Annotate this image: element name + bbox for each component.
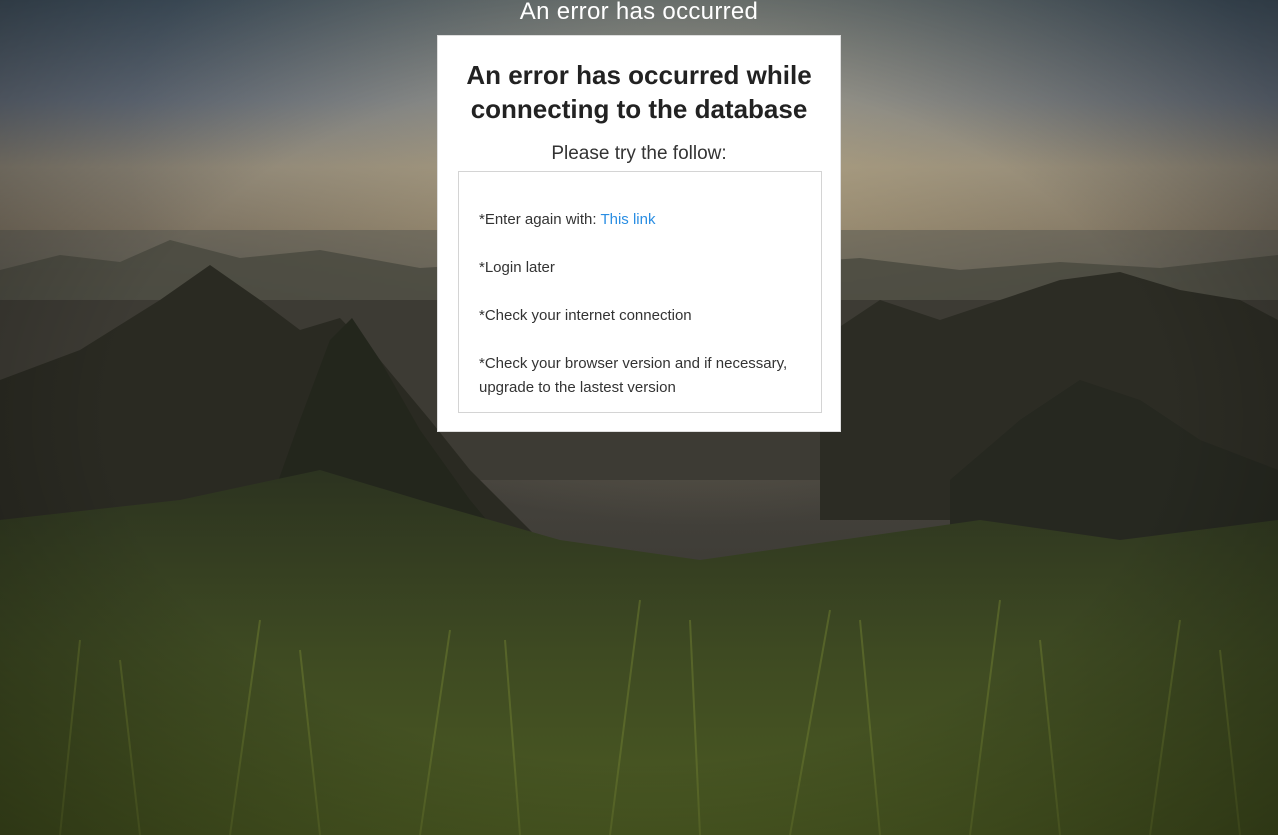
retry-link[interactable]: This link <box>600 211 655 228</box>
list-item: *Check your browser version and if neces… <box>479 355 788 396</box>
tip-enter-again-label: *Enter again with: <box>479 211 601 228</box>
suggestions-list: *Enter again with: This link *Login late… <box>458 171 822 413</box>
list-item: *Check your internet connection <box>479 307 692 324</box>
error-heading: An error has occurred while connecting t… <box>466 60 812 124</box>
page-title: An error has occurred <box>519 0 759 25</box>
error-card: An error has occurred while connecting t… <box>437 35 841 432</box>
suggestions-subtitle: Please try the follow: <box>551 143 727 164</box>
list-item: *Enter again with: This link <box>479 208 801 232</box>
list-item: *Login later <box>479 259 555 276</box>
